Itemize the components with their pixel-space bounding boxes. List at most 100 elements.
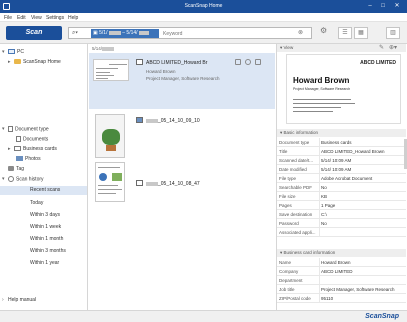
column-divider <box>319 219 320 228</box>
document-thumbnail[interactable] <box>95 162 125 202</box>
history-3-months[interactable]: Within 3 months <box>30 248 66 254</box>
date-range-chip[interactable]: ▣ 5/1/ – 5/14/ <box>91 29 159 38</box>
history-1-month[interactable]: Within 1 month <box>30 236 63 242</box>
scan-button[interactable]: Scan <box>6 26 62 40</box>
minimize-button[interactable]: – <box>365 2 375 11</box>
card-person-name: Howard Brown <box>146 69 176 74</box>
file-name-document[interactable]: _05_14_10_08_47 <box>146 181 200 187</box>
tree-pc[interactable]: ▾ PC <box>2 49 24 55</box>
view-thumbnail-button[interactable]: ▦ <box>354 27 368 39</box>
photo-file-icon <box>136 117 143 123</box>
document-file-icon <box>136 180 143 186</box>
settings-gear-icon[interactable]: ⚙ <box>320 26 327 35</box>
keyword-input[interactable] <box>163 29 303 38</box>
basic-info-row[interactable]: Document type Business cards <box>277 138 406 147</box>
card-info-row[interactable]: ZIP/Postal code 95110 <box>277 294 406 303</box>
menu-edit[interactable]: Edit <box>17 15 26 21</box>
close-button[interactable]: ✕ <box>392 2 402 11</box>
basic-info-row[interactable]: Title ABCD LIMITED_Howard Brown <box>277 147 406 156</box>
basic-info-row[interactable]: Scanned date/t... 5/14/ 10:09 AM <box>277 156 406 165</box>
basic-info-row[interactable]: Pages 1 Page <box>277 201 406 210</box>
basic-info-key: Pages <box>279 203 292 208</box>
tag-icon <box>8 166 14 172</box>
card-info-key: Name <box>279 260 292 265</box>
tree-scan-history[interactable]: ▾ Scan history <box>2 176 44 182</box>
history-1-year[interactable]: Within 1 year <box>30 260 59 266</box>
basic-info-value: 5/14/ 10:09 AM <box>321 158 352 163</box>
tree-photos[interactable]: Photos <box>16 156 41 162</box>
menu-help[interactable]: Help <box>68 15 78 21</box>
card-info-row[interactable]: Job title Project Manager, Software Resea… <box>277 285 406 294</box>
basic-info-value: No <box>321 221 327 226</box>
mail-icon[interactable] <box>235 59 241 65</box>
history-3-days[interactable]: Within 3 days <box>30 212 60 218</box>
redacted-year <box>138 30 149 35</box>
basic-info-row[interactable]: File type Adobe Acrobat Document <box>277 174 406 183</box>
menu-view[interactable]: View <box>31 15 42 21</box>
computer-icon <box>8 49 15 55</box>
basic-info-row[interactable]: Associated appli... <box>277 228 406 237</box>
clock-icon <box>8 176 14 182</box>
card-info-header[interactable]: ▾ Business card information <box>277 249 406 257</box>
card-info-key: Job title <box>279 287 295 292</box>
card-info-row[interactable]: Company ABCD LIMITED <box>277 267 406 276</box>
date-group-header: 5/14/ <box>92 46 115 51</box>
basic-info-row[interactable]: Password No <box>277 219 406 228</box>
tree-business-cards[interactable]: ▸ Business cards <box>8 146 57 152</box>
basic-info-row[interactable]: Date modified 5/14/ 10:09 AM <box>277 165 406 174</box>
history-1-week[interactable]: Within 1 week <box>30 224 61 230</box>
history-today[interactable]: Today <box>30 200 43 206</box>
column-divider <box>319 192 320 201</box>
date-to: 5/14/ <box>126 30 138 36</box>
view-list-button[interactable]: ☰ <box>338 27 352 39</box>
info-icon[interactable] <box>255 59 261 65</box>
card-info-row[interactable]: Name Howard Brown <box>277 258 406 267</box>
file-name-photo[interactable]: _05_14_10_09_10 <box>146 118 200 124</box>
tree-pc-label: PC <box>17 49 24 55</box>
help-manual-label: Help manual <box>8 297 37 303</box>
redacted-year <box>146 118 158 123</box>
file-name-photo-label: _05_14_10_09_10 <box>158 118 200 124</box>
column-divider <box>319 165 320 174</box>
history-recent-scans[interactable]: Recent scans <box>0 186 87 195</box>
tree-document-type[interactable]: ▾ Document type <box>2 126 49 132</box>
card-address-line <box>293 107 341 108</box>
basic-info-value: C:\ <box>321 212 327 217</box>
view-header[interactable]: ▾ View <box>277 44 406 52</box>
basic-info-key: File type <box>279 176 297 181</box>
link-icon[interactable] <box>245 59 251 65</box>
column-divider <box>319 183 320 192</box>
file-name[interactable]: ABCD LIMITED_Howard Br <box>146 60 207 66</box>
tree-documents[interactable]: Documents <box>16 136 48 142</box>
clear-search-icon[interactable]: ⊗ <box>298 29 303 36</box>
photo-icon <box>16 156 23 162</box>
zoom-icon[interactable]: ⊕▾ <box>389 44 397 51</box>
basic-info-header[interactable]: ▾ Basic information <box>277 129 406 137</box>
basic-info-row[interactable]: Save destination C:\ <box>277 210 406 219</box>
card-thumbnail[interactable] <box>93 59 129 81</box>
tree-photos-label: Photos <box>25 156 41 162</box>
card-address-line <box>293 99 351 100</box>
column-divider <box>319 228 320 237</box>
card-title: Project Manager, Software Research <box>293 87 351 91</box>
business-card-preview[interactable]: ABCD LIMITED Howard Brown Project Manage… <box>286 54 401 124</box>
maximize-button[interactable]: □ <box>378 2 388 11</box>
help-manual[interactable]: › Help manual <box>2 297 36 303</box>
basic-info-value: Business cards <box>321 140 352 145</box>
edit-icon[interactable]: ✎ <box>379 44 384 51</box>
menu-settings[interactable]: Settings <box>46 15 64 21</box>
search-icon[interactable]: ⌕▾ <box>72 30 78 37</box>
tree-scansnap-home[interactable]: ▸ ScanSnap Home <box>8 59 61 65</box>
search-bar: ⌕▾ ▣ 5/1/ – 5/14/ ⊗ <box>68 27 312 39</box>
view-pane-button[interactable]: ▥ <box>386 27 400 39</box>
tree-tag[interactable]: Tag <box>2 166 24 172</box>
title-bar: ScanSnap Home – □ ✕ <box>0 0 407 13</box>
basic-info-row[interactable]: File size KB <box>277 192 406 201</box>
column-divider <box>319 258 320 267</box>
basic-info-row[interactable]: Searchable PDF No <box>277 183 406 192</box>
card-info-row[interactable]: Department <box>277 276 406 285</box>
document-type-icon <box>8 126 13 132</box>
column-divider <box>319 294 320 303</box>
menu-file[interactable]: File <box>4 15 12 21</box>
photo-thumbnail[interactable] <box>95 114 125 158</box>
